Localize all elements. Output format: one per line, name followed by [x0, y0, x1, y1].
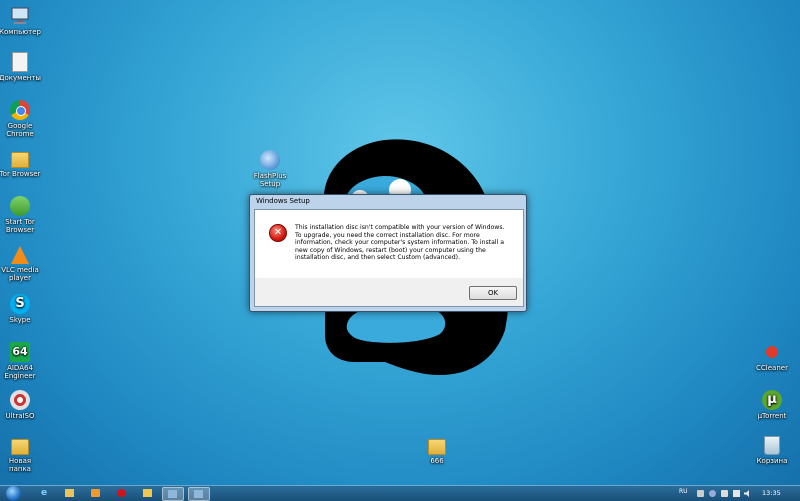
taskbar-explorer[interactable]: [60, 487, 80, 499]
taskbar: e RU 13:35: [0, 485, 800, 501]
desktop-icon-utorrent[interactable]: µ µTorrent: [750, 390, 794, 420]
setup-error-dialog: Windows Setup ✕ This installation disc i…: [249, 194, 527, 312]
tray-signal-icon[interactable]: [733, 490, 740, 497]
desktop-icon-label: µTorrent: [757, 412, 787, 420]
desktop-icon-label: Google Chrome: [6, 122, 34, 138]
desktop-icon-vlc[interactable]: VLC media player: [0, 246, 42, 282]
desktop-icon-aida64[interactable]: 64 AIDA64 Engineer: [0, 342, 42, 380]
desktop-icon-label: AIDA64 Engineer: [4, 364, 36, 380]
ccleaner-icon: [762, 342, 782, 362]
dialog-body: ✕ This installation disc isn't compatibl…: [254, 209, 524, 279]
ie-icon: e: [41, 488, 48, 498]
desktop-icon-ultraiso[interactable]: UltraISO: [0, 390, 42, 420]
desktop-icon-label: 666: [430, 457, 444, 465]
taskbar-opera[interactable]: [112, 487, 132, 499]
start-button[interactable]: [6, 486, 21, 501]
desktop-icon-label: Tor Browser: [0, 170, 41, 178]
desktop-icon-label: Компьютер: [0, 28, 41, 36]
taskbar-ie[interactable]: e: [36, 487, 56, 499]
folder-icon: [11, 152, 29, 168]
dialog-footer: OK: [254, 278, 524, 307]
ok-button[interactable]: OK: [469, 286, 517, 300]
desktop-icon-label: Новая папка: [8, 457, 32, 473]
desktop-icon-documents[interactable]: Документы: [0, 52, 42, 82]
dialog-message: This installation disc isn't compatible …: [295, 224, 505, 262]
folder-icon: [428, 439, 446, 455]
desktop-icon-chrome[interactable]: Google Chrome: [0, 100, 42, 138]
desktop-icon-start-tor[interactable]: Start Tor Browser: [0, 196, 42, 234]
flash-icon: [260, 150, 280, 170]
tray-flag-icon[interactable]: [697, 490, 704, 497]
documents-icon: [12, 52, 28, 72]
desktop-icon-label: VLC media player: [1, 266, 39, 282]
taskbar-setup-1[interactable]: [162, 487, 184, 501]
desktop-icon-666-folder[interactable]: 666: [415, 436, 459, 465]
desktop-icon-computer[interactable]: Компьютер: [0, 6, 42, 36]
desktop-icon-label: Start Tor Browser: [5, 218, 35, 234]
tor-icon: [10, 196, 30, 216]
error-icon: ✕: [269, 224, 287, 242]
desktop-icon-recycle-bin[interactable]: Корзина: [750, 436, 794, 465]
taskbar-media-player[interactable]: [86, 487, 106, 499]
aida64-icon: 64: [10, 342, 30, 362]
desktop-icon-tor-browser-folder[interactable]: Tor Browser: [0, 149, 42, 178]
setup-icon: [168, 490, 177, 498]
desktop-icon-skype[interactable]: S Skype: [0, 294, 42, 324]
taskbar-windows-explorer[interactable]: [138, 487, 158, 499]
desktop-icon-label: CCleaner: [756, 364, 788, 372]
tray-device-icon[interactable]: [721, 490, 728, 497]
media-player-icon: [91, 489, 100, 497]
volume-icon[interactable]: [744, 490, 749, 497]
computer-icon: [10, 6, 30, 26]
explorer-icon: [65, 489, 74, 497]
dialog-title: Windows Setup: [256, 197, 310, 205]
setup-icon: [194, 490, 203, 498]
folder-icon: [11, 439, 29, 455]
desktop-icon-label: Корзина: [756, 457, 788, 465]
windows-explorer-icon: [143, 489, 152, 497]
vlc-icon: [11, 246, 29, 264]
desktop-icon-label: Skype: [9, 316, 31, 324]
ultraiso-icon: [10, 390, 30, 410]
desktop-icon-label: FlashPlus Setup: [253, 172, 287, 188]
chrome-icon: [10, 100, 30, 120]
utorrent-icon: µ: [762, 390, 782, 410]
language-indicator[interactable]: RU: [679, 488, 688, 495]
desktop-icon-new-folder[interactable]: Новая папка: [0, 436, 42, 473]
desktop-icon-ccleaner[interactable]: CCleaner: [750, 342, 794, 372]
desktop-icon-label: Документы: [0, 74, 41, 82]
taskbar-setup-2[interactable]: [188, 487, 210, 501]
tray-network-icon[interactable]: [709, 490, 716, 497]
recycle-bin-icon: [764, 436, 780, 455]
desktop-icon-label: UltraISO: [5, 412, 35, 420]
skype-icon: S: [10, 294, 30, 314]
clock[interactable]: 13:35: [762, 489, 781, 497]
desktop-icon-flash-setup[interactable]: FlashPlus Setup: [248, 150, 292, 188]
opera-icon: [117, 489, 126, 497]
